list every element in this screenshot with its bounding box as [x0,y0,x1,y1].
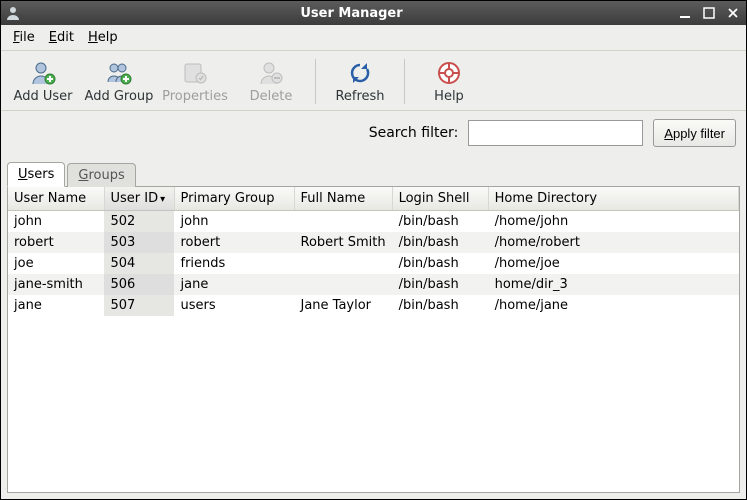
titlebar[interactable]: User Manager [1,1,746,25]
cell-userid: 504 [104,253,174,274]
cell-fullname [294,274,392,295]
tab-groups[interactable]: Groups [67,163,135,187]
sort-indicator-icon: ▾ [160,194,165,205]
window-title: User Manager [27,6,676,21]
cell-userid: 506 [104,274,174,295]
cell-home: /home/joe [488,253,738,274]
search-input[interactable] [468,120,643,146]
cell-shell: /bin/bash [392,274,488,295]
cell-username: john [8,211,104,233]
app-icon [5,5,21,21]
close-button[interactable] [724,5,742,21]
col-username-label: User Name [14,191,86,206]
search-label: Search filter: [369,125,459,141]
window: User Manager File Edit Help Add User Add… [0,0,747,500]
cell-userid: 507 [104,295,174,316]
cell-shell: /bin/bash [392,295,488,316]
cell-fullname [294,253,392,274]
col-login-shell[interactable]: Login Shell [392,187,488,211]
properties-icon [181,59,209,87]
table-row[interactable]: joe504friends/bin/bash/home/joe [8,253,739,274]
titlebar-buttons [676,5,742,21]
tabs: Users Groups [1,161,746,186]
cell-fullname [294,211,392,233]
cell-username: joe [8,253,104,274]
properties-button: Properties [157,57,233,106]
col-full-name[interactable]: Full Name [294,187,392,211]
col-userid[interactable]: User ID▾ [104,187,174,211]
add-group-label: Add Group [85,89,154,104]
menu-edit-rest: dit [57,30,74,45]
toolbar: Add User Add Group Properties Delete Re [1,51,746,111]
cell-fullname: Robert Smith [294,232,392,253]
cell-home: /home/robert [488,232,738,253]
apply-filter-button[interactable]: Apply filter [653,119,736,147]
menu-file-rest: ile [20,30,35,45]
cell-home: /home/jane [488,295,738,316]
table-row[interactable]: john502john/bin/bash/home/john [8,211,739,233]
cell-group: robert [174,232,294,253]
cell-group: users [174,295,294,316]
col-home-directory[interactable]: Home Directory [488,187,738,211]
toolbar-separator-2 [404,59,405,104]
table-row[interactable]: jane507usersJane Taylor/bin/bash/home/ja… [8,295,739,316]
cell-shell: /bin/bash [392,232,488,253]
header-row: User Name User ID▾ Primary Group Full Na… [8,187,739,211]
help-button[interactable]: Help [411,57,487,106]
cell-home: home/dir_3 [488,274,738,295]
col-fullname-label: Full Name [301,191,366,206]
refresh-icon [346,59,374,87]
cell-group: jane [174,274,294,295]
refresh-label: Refresh [335,89,384,104]
cell-group: john [174,211,294,233]
help-label: Help [434,89,464,104]
add-user-label: Add User [14,89,73,104]
delete-label: Delete [250,89,293,104]
cell-group: friends [174,253,294,274]
refresh-button[interactable]: Refresh [322,57,398,106]
col-shell-label: Login Shell [399,191,470,206]
cell-userid: 503 [104,232,174,253]
col-userid-label: User ID [111,191,159,206]
delete-button: Delete [233,57,309,106]
cell-shell: /bin/bash [392,253,488,274]
col-group-label: Primary Group [181,191,275,206]
menu-edit[interactable]: Edit [43,28,80,47]
minimize-button[interactable] [676,5,694,21]
tab-users-rest: sers [28,167,55,182]
col-home-label: Home Directory [495,191,597,206]
users-table[interactable]: User Name User ID▾ Primary Group Full Na… [7,186,740,493]
search-row: Search filter: Apply filter [1,111,746,155]
add-user-icon [29,59,57,87]
table-row[interactable]: jane-smith506jane/bin/bashhome/dir_3 [8,274,739,295]
cell-home: /home/john [488,211,738,233]
cell-shell: /bin/bash [392,211,488,233]
menu-help[interactable]: Help [82,28,124,47]
properties-label: Properties [162,89,228,104]
menu-file[interactable]: File [7,28,41,47]
toolbar-separator [315,59,316,104]
add-user-button[interactable]: Add User [5,57,81,106]
maximize-button[interactable] [700,5,718,21]
apply-rest: pply filter [673,126,725,141]
add-group-icon [105,59,133,87]
cell-userid: 502 [104,211,174,233]
cell-username: robert [8,232,104,253]
table-row[interactable]: robert503robertRobert Smith/bin/bash/hom… [8,232,739,253]
tab-users[interactable]: Users [7,162,65,187]
menubar: File Edit Help [1,25,746,51]
help-icon [435,59,463,87]
cell-username: jane [8,295,104,316]
cell-fullname: Jane Taylor [294,295,392,316]
tab-groups-rest: roups [88,168,124,183]
delete-icon [257,59,285,87]
add-group-button[interactable]: Add Group [81,57,157,106]
col-primary-group[interactable]: Primary Group [174,187,294,211]
cell-username: jane-smith [8,274,104,295]
col-username[interactable]: User Name [8,187,104,211]
menu-help-rest: elp [98,30,118,45]
